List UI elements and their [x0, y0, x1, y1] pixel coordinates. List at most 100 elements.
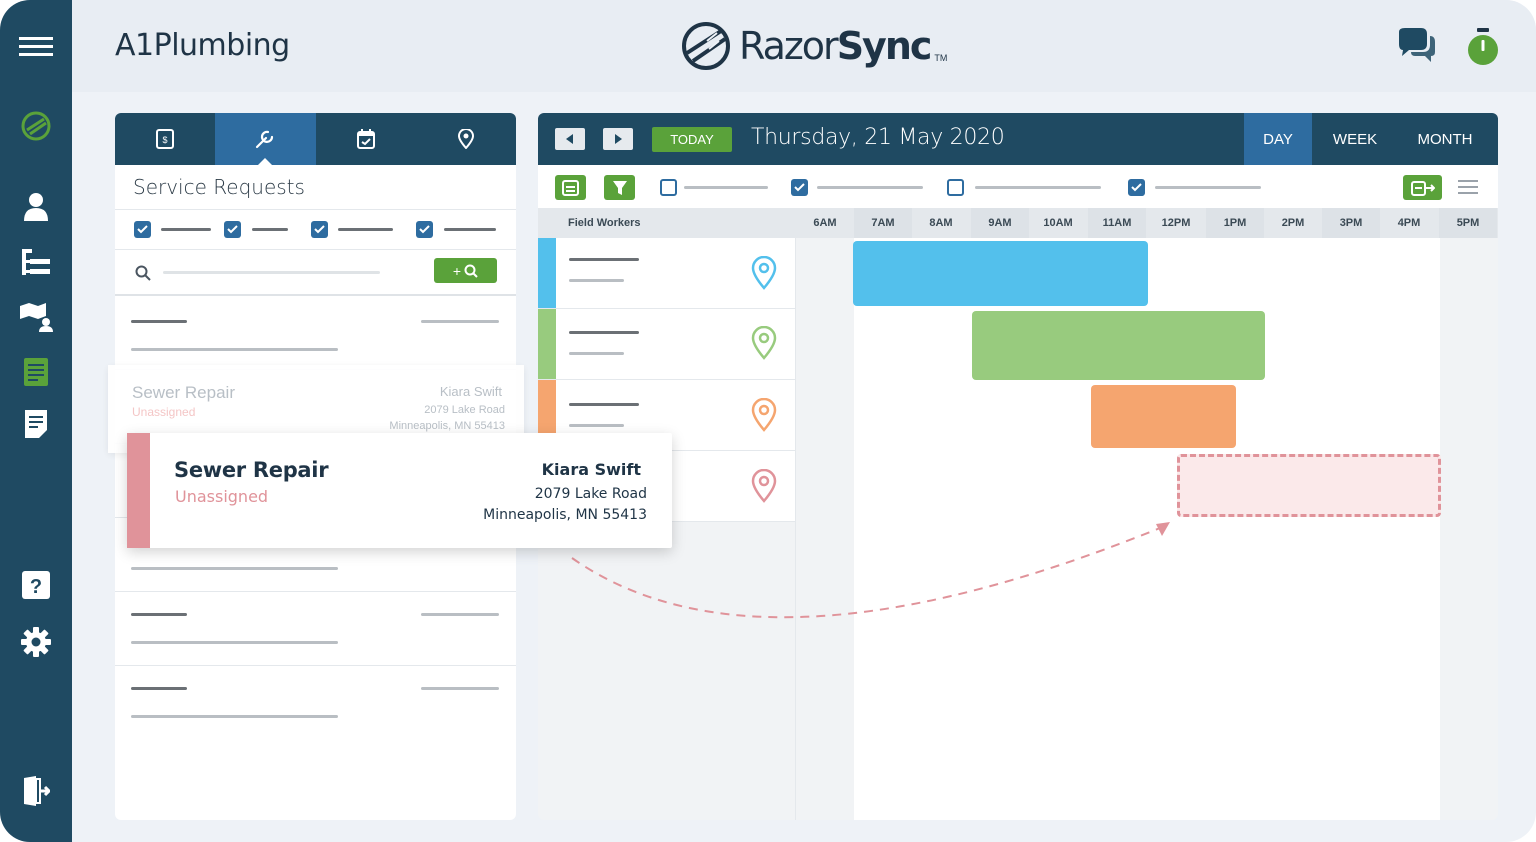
calendar-view-button[interactable]	[555, 175, 586, 200]
today-button[interactable]: TODAY	[652, 127, 732, 152]
item-meta-placeholder	[421, 687, 499, 690]
worker-row[interactable]	[538, 238, 795, 309]
triangle-right-icon	[615, 134, 622, 144]
settings-icon[interactable]	[18, 624, 54, 660]
location-pin-icon[interactable]	[751, 326, 777, 360]
worker-row[interactable]	[538, 309, 795, 380]
address-line1: 2079 Lake Road	[534, 486, 647, 502]
item-sub-placeholder	[131, 567, 338, 570]
ghost-worker: Kiara Swift	[439, 384, 502, 399]
invoice-icon: $	[156, 129, 175, 149]
item-title-placeholder	[131, 687, 187, 690]
next-day-button[interactable]	[603, 128, 633, 150]
document-icon[interactable]	[18, 406, 54, 442]
tab-service-requests[interactable]	[215, 113, 316, 165]
job-block[interactable]	[1091, 385, 1236, 448]
filter-checkbox[interactable]	[311, 221, 328, 238]
filter-label-placeholder	[1155, 186, 1261, 189]
job-block[interactable]	[972, 311, 1265, 380]
menu-icon[interactable]	[18, 29, 54, 65]
calendar-arrow-icon	[1410, 180, 1435, 196]
worker-filter-checkbox[interactable]	[947, 179, 964, 196]
brand-trademark: TM	[934, 53, 948, 63]
logout-icon[interactable]	[18, 773, 54, 809]
item-sub-placeholder	[131, 348, 338, 351]
triangle-left-icon	[566, 134, 573, 144]
calendar-icon	[562, 180, 579, 196]
worker-color-bar	[538, 238, 556, 308]
ghost-address-line1: 2079 Lake Road	[424, 404, 505, 416]
help-icon[interactable]: ?	[18, 567, 54, 603]
tab-invoices[interactable]: $	[115, 113, 215, 165]
search-icon	[464, 264, 478, 278]
service-requests-icon[interactable]	[18, 354, 54, 390]
logo-icon[interactable]	[18, 108, 54, 144]
scheduler-filters	[538, 165, 1498, 208]
hierarchy-icon[interactable]	[18, 244, 54, 280]
tab-week[interactable]: WEEK	[1318, 113, 1392, 165]
worker-color-bar	[538, 309, 556, 379]
filter-label-placeholder	[252, 228, 288, 231]
filter-checkbox[interactable]	[224, 221, 241, 238]
hour-label: 8AM	[929, 217, 953, 229]
job-block[interactable]	[853, 241, 1148, 306]
ghost-title: Sewer Repair	[132, 383, 235, 402]
list-menu-icon[interactable]	[1458, 179, 1478, 200]
field-workers-label: Field Workers	[568, 217, 641, 229]
hour-label: 11AM	[1088, 208, 1146, 238]
worker-sub-placeholder	[569, 279, 624, 282]
filter-checkbox[interactable]	[134, 221, 151, 238]
hour-label: 1PM	[1206, 208, 1264, 238]
panel-tabs: $	[115, 113, 516, 165]
hour-label: 5PM	[1439, 208, 1497, 238]
map-user-icon[interactable]	[18, 299, 54, 335]
hour-label: 7AM	[854, 208, 912, 238]
prev-day-button[interactable]	[555, 128, 585, 150]
tab-locations[interactable]	[416, 113, 516, 165]
assigned-worker: Kiara Swift	[541, 460, 641, 479]
list-item[interactable]	[115, 296, 516, 370]
add-search-button[interactable]: +	[434, 258, 497, 283]
address-line2: Minneapolis, MN 55413	[483, 507, 647, 523]
worker-filter-checkbox[interactable]	[1128, 179, 1145, 196]
schedule-grid	[795, 238, 1498, 820]
schedule-export-button[interactable]	[1403, 175, 1442, 200]
location-icon	[457, 129, 474, 149]
panel-title: Service Requests	[115, 165, 516, 210]
list-item[interactable]	[115, 592, 516, 666]
location-pin-icon[interactable]	[751, 398, 777, 432]
customers-icon[interactable]	[18, 189, 54, 225]
tab-day[interactable]: DAY	[1244, 113, 1312, 165]
calendar-icon	[356, 129, 375, 149]
item-sub-placeholder	[131, 715, 338, 718]
hour-label: 3PM	[1322, 208, 1380, 238]
brand-name: RazorSync	[739, 24, 932, 68]
tab-month[interactable]: MONTH	[1404, 113, 1486, 165]
timer-icon[interactable]	[1466, 28, 1506, 68]
worker-name-placeholder	[569, 258, 639, 261]
hour-label: 9AM	[971, 208, 1029, 238]
filter-button[interactable]	[604, 175, 635, 200]
top-header: A1Plumbing RazorSync TM	[72, 0, 1536, 92]
wrench-icon	[256, 130, 274, 149]
location-pin-icon[interactable]	[751, 256, 777, 290]
service-request-card[interactable]: Sewer Repair Unassigned Kiara Swift 2079…	[127, 433, 672, 548]
hour-label: 6AM	[813, 217, 837, 229]
filter-checkbox[interactable]	[416, 221, 433, 238]
item-meta-placeholder	[421, 320, 499, 323]
tab-calendar[interactable]	[316, 113, 416, 165]
worker-filter-checkbox[interactable]	[791, 179, 808, 196]
svg-text:?: ?	[30, 576, 42, 598]
search-row: +	[115, 250, 516, 296]
item-title-placeholder	[131, 613, 187, 616]
brand-logo: RazorSync TM	[677, 18, 947, 74]
hour-label: 4PM	[1397, 217, 1421, 229]
filter-label-placeholder	[161, 228, 211, 231]
chat-icon[interactable]	[1397, 28, 1437, 68]
list-item[interactable]	[115, 666, 516, 740]
hour-label: 10AM	[1043, 217, 1073, 229]
location-pin-icon[interactable]	[751, 469, 777, 503]
search-input[interactable]	[163, 271, 380, 274]
worker-filter-checkbox[interactable]	[660, 179, 677, 196]
drop-target-slot[interactable]	[1177, 454, 1441, 517]
